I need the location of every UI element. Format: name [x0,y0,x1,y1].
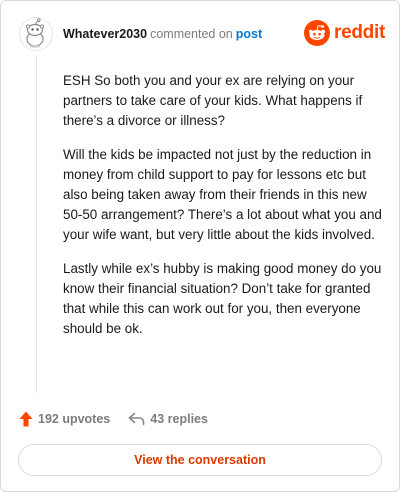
thread-line [36,55,37,393]
reddit-brand[interactable]: reddit [304,19,385,47]
reply-count: 43 replies [150,412,208,426]
comment-body: ESH So both you and your ex are relying … [63,71,383,353]
snoo-avatar-icon[interactable] [19,17,53,51]
upvote-stat[interactable]: 192 upvotes [19,411,110,427]
comment-card: Whatever2030 commented on post reddit ESH … [0,0,400,492]
comment-paragraph: ESH So both you and your ex are relying … [63,73,363,128]
reply-stat[interactable]: 43 replies [128,412,208,426]
comment-paragraph: Will the kids be impacted not just by th… [63,147,382,242]
reply-arrow-icon[interactable] [128,412,145,426]
comment-header: Whatever2030 commented on post reddit [19,17,385,51]
commented-label: commented on [150,27,233,41]
upvote-arrow-icon[interactable] [19,411,33,427]
comment-meta: Whatever2030 commented on post [63,27,262,41]
comment-paragraph: Lastly while ex’s hubby is making good m… [63,261,382,336]
view-conversation-button[interactable]: View the conversation [18,444,382,476]
reddit-logo-icon [304,20,331,46]
username-link[interactable]: Whatever2030 [63,27,147,41]
comment-stats: 192 upvotes 43 replies [19,409,208,429]
post-link[interactable]: post [236,27,262,41]
reddit-wordmark: reddit [334,22,385,43]
upvote-count: 192 upvotes [38,412,111,426]
